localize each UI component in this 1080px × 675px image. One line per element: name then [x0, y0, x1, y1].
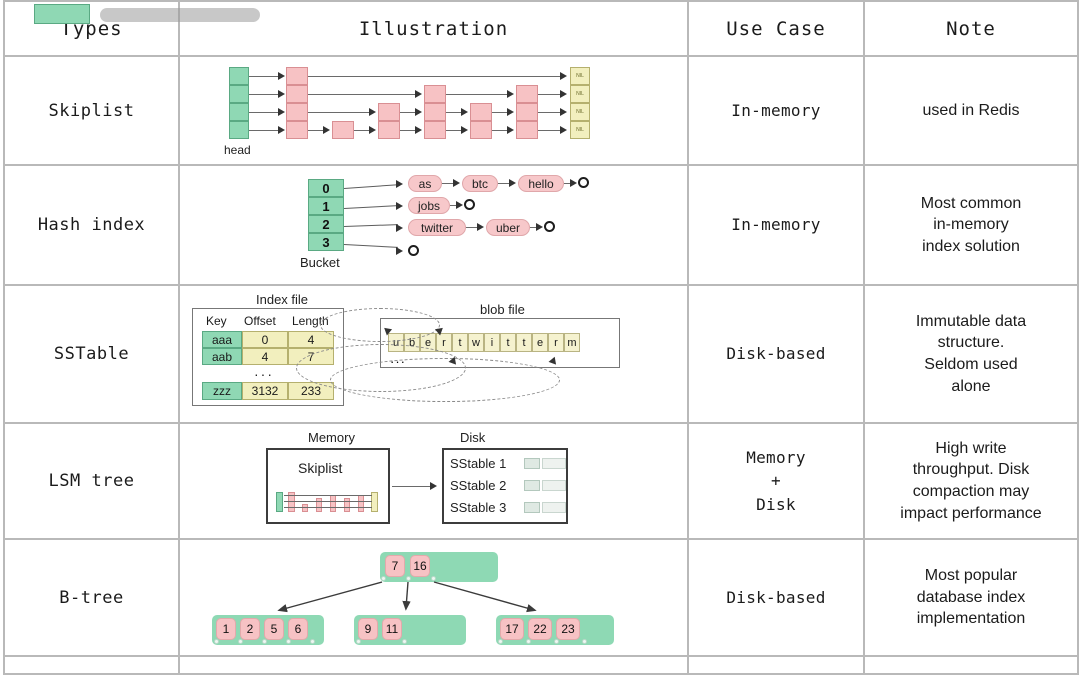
index-types-table-page: Types Illustration Use Case Note Skiplis… — [0, 0, 1080, 675]
illustration-partial — [34, 4, 689, 675]
partial-shape — [100, 8, 260, 22]
table-body: Skiplist head NIL NIL NIL NIL In-memory … — [3, 4, 1079, 675]
partial-node — [34, 4, 90, 24]
index-comparison-table: Types Illustration Use Case Note Skiplis… — [3, 0, 1079, 675]
partial-diagram — [0, 0, 1080, 675]
table-row-partial — [3, 4, 1079, 675]
